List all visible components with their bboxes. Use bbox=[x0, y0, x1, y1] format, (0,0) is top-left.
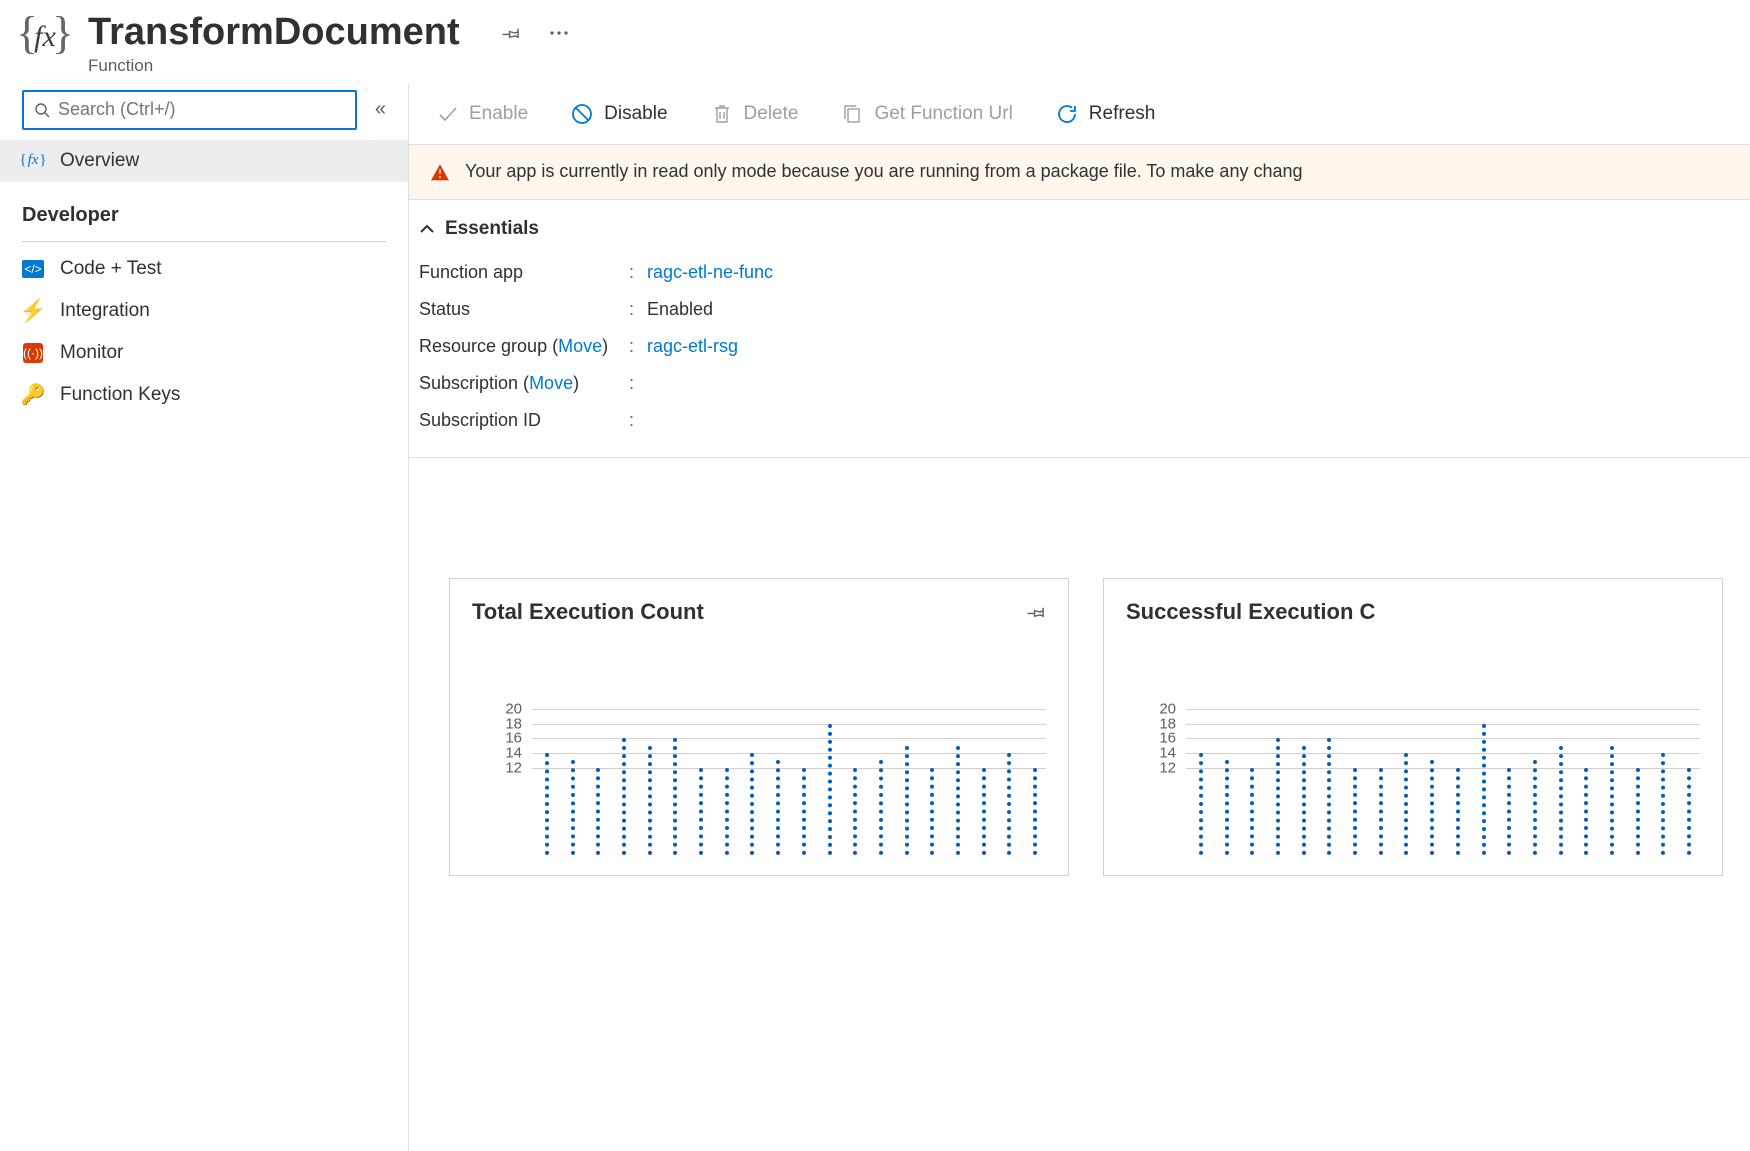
charts-row: Total Execution Count 1214161820 Success… bbox=[409, 458, 1750, 876]
page-title: TransformDocument bbox=[88, 12, 460, 54]
pin-icon[interactable] bbox=[500, 22, 522, 44]
essentials-toggle[interactable]: Essentials bbox=[419, 218, 1740, 240]
sidebar-item-label: Function Keys bbox=[60, 384, 180, 406]
sidebar-item-code-test[interactable]: </> Code + Test bbox=[0, 248, 408, 290]
toolbar: Enable Disable Delete bbox=[409, 84, 1750, 144]
disable-icon bbox=[570, 102, 594, 126]
sidebar: « fx Overview Developer </> Code + Test … bbox=[0, 84, 408, 1151]
sidebar-item-label: Overview bbox=[60, 150, 139, 172]
collapse-sidebar-button[interactable]: « bbox=[375, 98, 386, 121]
more-icon[interactable] bbox=[548, 22, 570, 44]
readonly-warning-banner: Your app is currently in read only mode … bbox=[409, 144, 1750, 200]
chart-plot-area: 1214161820 bbox=[472, 695, 1046, 855]
page-subtitle: Function bbox=[88, 56, 460, 76]
monitor-icon: ((·)) bbox=[22, 342, 44, 364]
chevron-up-icon bbox=[419, 223, 435, 235]
pin-icon[interactable] bbox=[1026, 602, 1046, 622]
main-content: Enable Disable Delete bbox=[408, 84, 1750, 1151]
check-icon bbox=[435, 102, 459, 126]
sidebar-item-overview[interactable]: fx Overview bbox=[0, 140, 408, 182]
enable-button: Enable bbox=[419, 98, 544, 130]
function-small-icon: fx bbox=[22, 150, 44, 172]
search-icon bbox=[34, 102, 50, 118]
trash-icon bbox=[710, 102, 734, 126]
copy-icon bbox=[840, 102, 864, 126]
sidebar-section-developer: Developer bbox=[0, 182, 408, 235]
move-subscription-link[interactable]: Move bbox=[529, 373, 573, 393]
sidebar-item-function-keys[interactable]: 🔑 Function Keys bbox=[0, 374, 408, 416]
sidebar-item-label: Monitor bbox=[60, 342, 123, 364]
sidebar-item-label: Integration bbox=[60, 300, 150, 322]
essentials-row-status: Status : Enabled bbox=[419, 291, 1740, 328]
sidebar-item-integration[interactable]: ⚡ Integration bbox=[0, 290, 408, 332]
code-icon: </> bbox=[22, 258, 44, 280]
sidebar-item-label: Code + Test bbox=[60, 258, 162, 280]
banner-text: Your app is currently in read only mode … bbox=[465, 161, 1303, 182]
get-function-url-button: Get Function Url bbox=[824, 98, 1028, 130]
search-input-container[interactable] bbox=[22, 90, 357, 130]
sidebar-item-monitor[interactable]: ((·)) Monitor bbox=[0, 332, 408, 374]
chart-plot-area: 1214161820 bbox=[1126, 695, 1700, 855]
chart-successful-execution-count: Successful Execution C 1214161820 bbox=[1103, 578, 1723, 876]
disable-button[interactable]: Disable bbox=[554, 98, 683, 130]
delete-button: Delete bbox=[694, 98, 815, 130]
bolt-icon: ⚡ bbox=[22, 300, 44, 322]
essentials-row-resource-group: Resource group (Move) : ragc-etl-rsg bbox=[419, 328, 1740, 365]
essentials-row-subscription-id: Subscription ID : bbox=[419, 402, 1740, 439]
essentials-row-function-app: Function app : ragc-etl-ne-func bbox=[419, 254, 1740, 291]
move-resource-group-link[interactable]: Move bbox=[558, 336, 602, 356]
chart-total-execution-count: Total Execution Count 1214161820 bbox=[449, 578, 1069, 876]
function-logo-icon: f​x bbox=[20, 12, 70, 62]
key-icon: 🔑 bbox=[22, 384, 44, 406]
search-input[interactable] bbox=[58, 99, 345, 120]
resource-group-link[interactable]: ragc-etl-rsg bbox=[647, 336, 738, 357]
essentials-section: Essentials Function app : ragc-etl-ne-fu… bbox=[409, 200, 1750, 458]
essentials-row-subscription: Subscription (Move) : bbox=[419, 365, 1740, 402]
refresh-icon bbox=[1055, 102, 1079, 126]
divider bbox=[22, 241, 386, 242]
refresh-button[interactable]: Refresh bbox=[1039, 98, 1172, 130]
warning-icon bbox=[429, 161, 451, 183]
function-app-link[interactable]: ragc-etl-ne-func bbox=[647, 262, 773, 283]
